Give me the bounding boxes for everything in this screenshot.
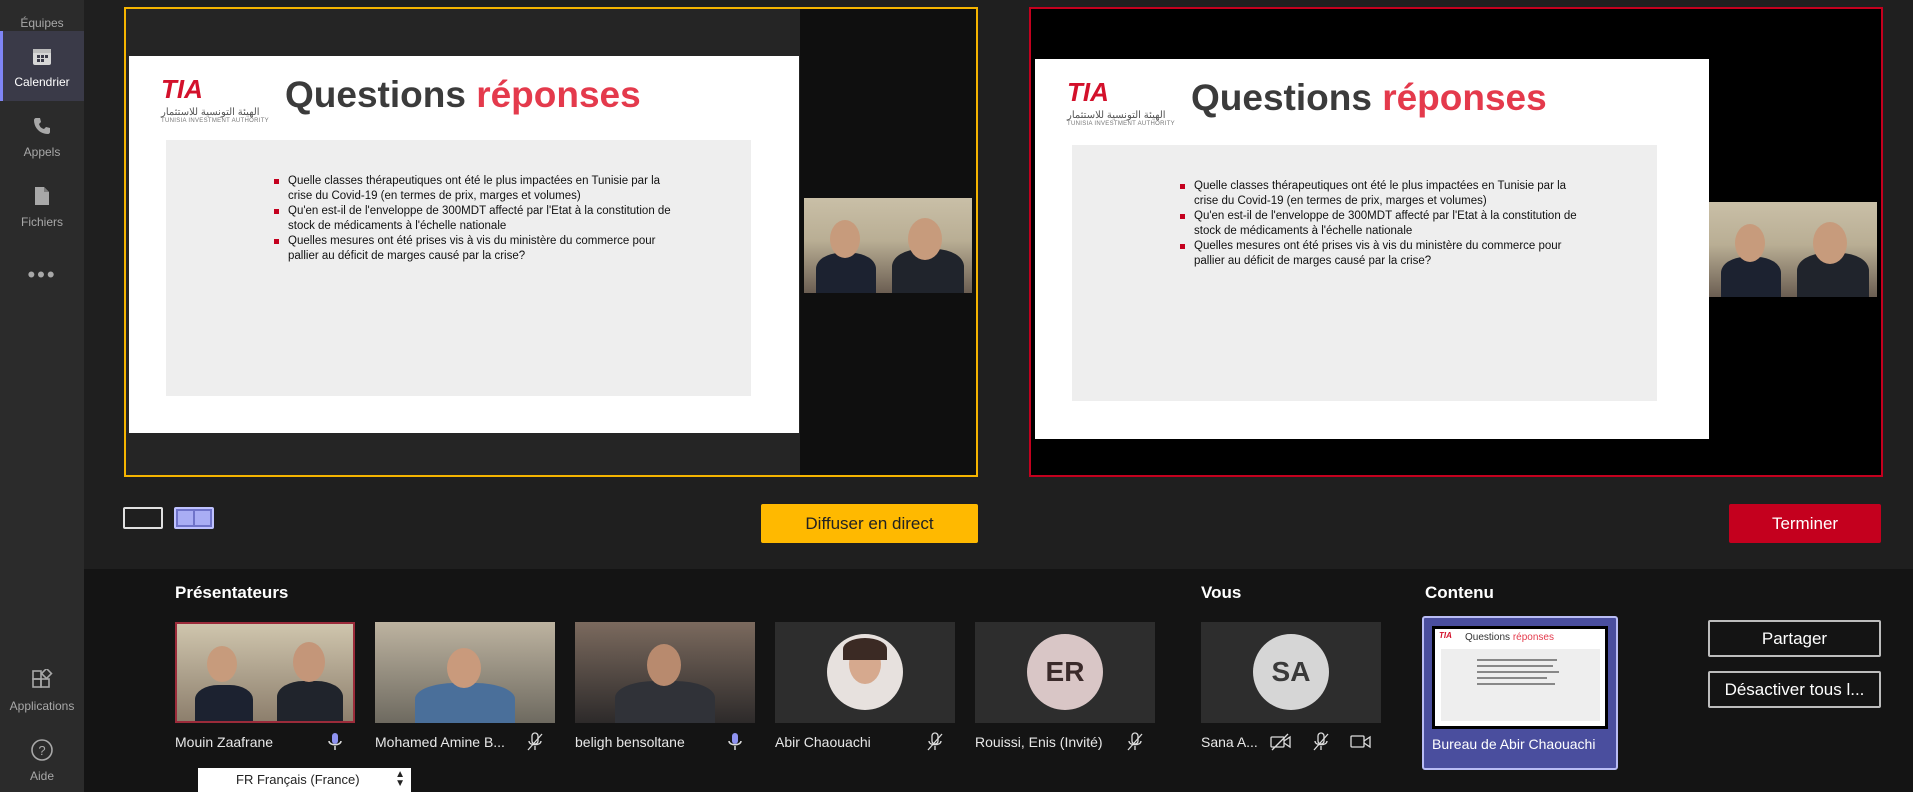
help-icon: ? (29, 737, 55, 763)
participant-tile[interactable] (575, 622, 755, 723)
presenters-heading: Présentateurs (175, 583, 289, 602)
chevron-updown-icon: ▲ ▼ (395, 769, 405, 789)
avatar: ER (1027, 634, 1103, 710)
camera-off-icon[interactable] (1270, 731, 1292, 753)
apps-icon (29, 667, 55, 693)
participant-name: Abir Chaouachi (775, 734, 871, 750)
slide-bullet: Quelles mesures ont été prises vis à vis… (274, 234, 674, 264)
avatar (827, 634, 903, 710)
teams-icon (29, 0, 55, 10)
mic-muted-icon (524, 731, 546, 753)
more-apps-icon[interactable]: ••• (0, 262, 84, 288)
rail-label-files: Fichiers (20, 215, 63, 229)
content-thumbnail: TIA Questions réponses (1432, 626, 1608, 729)
rail-item-calendar[interactable]: Calendrier (0, 31, 84, 101)
mic-muted-icon[interactable] (1310, 731, 1332, 753)
slide-title-accent: réponses (476, 74, 641, 115)
participant-name: Mouin Zaafrane (175, 734, 274, 750)
thumb-body (1441, 649, 1600, 721)
participant-name: Rouissi, Enis (Invité) (975, 734, 1103, 750)
participant-name: Mohamed Amine B... (375, 734, 505, 750)
phone-icon (29, 113, 55, 139)
thumb-logo: TIA (1439, 631, 1452, 640)
file-icon (29, 183, 55, 209)
rail-label-help: Aide (29, 769, 55, 783)
slide-title-main: Questions (1191, 77, 1383, 118)
svg-text:?: ? (38, 743, 45, 758)
tia-logo: TIA الهيئة التونسية للاستثمار TUNISIA IN… (161, 74, 281, 132)
slide-bullet: Quelle classes thérapeutiques ont été le… (1180, 179, 1580, 209)
tia-logo: TIA الهيئة التونسية للاستثمار TUNISIA IN… (1067, 77, 1187, 135)
camera-feed (804, 198, 972, 293)
queue-preview[interactable]: TIA الهيئة التونسية للاستثمار TUNISIA IN… (124, 7, 978, 477)
slide-bullet: Qu'en est-il de l'enveloppe de 300MDT af… (274, 204, 674, 234)
rail-label-calendar: Calendrier (14, 75, 70, 89)
logo-text: TIA (161, 74, 203, 104)
slide-body: Quelle classes thérapeutiques ont été le… (1072, 145, 1657, 401)
logo-sub: TUNISIA INVESTMENT AUTHORITY (1067, 121, 1175, 127)
you-heading: Vous (1201, 583, 1242, 602)
mic-muted-icon (1124, 731, 1146, 753)
logo-arabic: الهيئة التونسية للاستثمار (1067, 110, 1166, 121)
thumb-title-accent: réponses (1512, 632, 1554, 643)
content-tile[interactable]: TIA Questions réponses Bureau de Abir Ch… (1422, 616, 1618, 770)
rail-label-apps: Applications (9, 699, 75, 713)
mic-on-icon (724, 731, 746, 753)
slide-title-main: Questions (285, 74, 477, 115)
avatar: SA (1253, 634, 1329, 710)
participant-tile[interactable] (175, 622, 355, 723)
thumb-title-main: Questions (1465, 632, 1513, 643)
teams-producer-window: Équipes Calendrier Appels Fichiers ••• A (0, 0, 1913, 792)
slide-bullet: Quelle classes thérapeutiques ont été le… (274, 174, 674, 204)
slide-bullet: Qu'en est-il de l'enveloppe de 300MDT af… (1180, 209, 1580, 239)
share-screen-icon[interactable] (1350, 731, 1372, 753)
layout-single-button[interactable] (123, 507, 163, 529)
slide-bullets: Quelle classes thérapeutiques ont été le… (1180, 179, 1580, 269)
slide-body: Quelle classes thérapeutiques ont été le… (166, 140, 751, 396)
rail-label-teams: Équipes (20, 16, 64, 30)
go-live-button[interactable]: Diffuser en direct (761, 504, 978, 543)
slide-title: Questions réponses (1191, 77, 1547, 119)
content-name: Bureau de Abir Chaouachi (1432, 736, 1596, 752)
mute-all-button[interactable]: Désactiver tous l... (1708, 671, 1881, 708)
slide-bullet: Quelles mesures ont été prises vis à vis… (1180, 239, 1580, 269)
self-tile[interactable]: SA (1201, 622, 1381, 723)
slide-live: TIA الهيئة التونسية للاستثمار TUNISIA IN… (1035, 59, 1709, 439)
app-rail: Équipes Calendrier Appels Fichiers ••• A (0, 0, 84, 792)
content-heading: Contenu (1425, 583, 1494, 602)
participant-tile[interactable] (775, 622, 955, 723)
participant-tile[interactable]: ER (975, 622, 1155, 723)
slide-preview: TIA الهيئة التونسية للاستثمار TUNISIA IN… (129, 56, 799, 433)
logo-text: TIA (1067, 77, 1109, 107)
producer-main: TIA الهيئة التونسية للاستثمار TUNISIA IN… (84, 0, 1913, 792)
slide-title-accent: réponses (1382, 77, 1547, 118)
rail-item-help[interactable]: ? Aide (0, 725, 84, 792)
self-name: Sana A... (1201, 734, 1258, 750)
logo-arabic: الهيئة التونسية للاستثمار (161, 107, 260, 118)
slide-title: Questions réponses (285, 74, 641, 116)
logo-sub: TUNISIA INVESTMENT AUTHORITY (161, 118, 269, 124)
camera-feed (1709, 202, 1877, 297)
participant-name: beligh bensoltane (575, 734, 685, 750)
calendar-icon (29, 43, 55, 69)
language-select[interactable]: FR Français (France) ▲ ▼ (198, 768, 411, 792)
thumb-title: Questions réponses (1465, 632, 1554, 643)
slide-bullets: Quelle classes thérapeutiques ont été le… (274, 174, 674, 264)
rail-item-apps[interactable]: Applications (0, 655, 84, 725)
rail-label-calls: Appels (23, 145, 61, 159)
participant-tile[interactable] (375, 622, 555, 723)
layout-split-button[interactable] (174, 507, 214, 529)
end-button[interactable]: Terminer (1729, 504, 1881, 543)
mic-on-icon (324, 731, 346, 753)
rail-item-files[interactable]: Fichiers (0, 171, 84, 241)
share-button[interactable]: Partager (1708, 620, 1881, 657)
rail-item-calls[interactable]: Appels (0, 101, 84, 171)
language-value: FR Français (France) (236, 772, 360, 787)
mic-muted-icon (924, 731, 946, 753)
live-output[interactable]: TIA الهيئة التونسية للاستثمار TUNISIA IN… (1029, 7, 1883, 477)
